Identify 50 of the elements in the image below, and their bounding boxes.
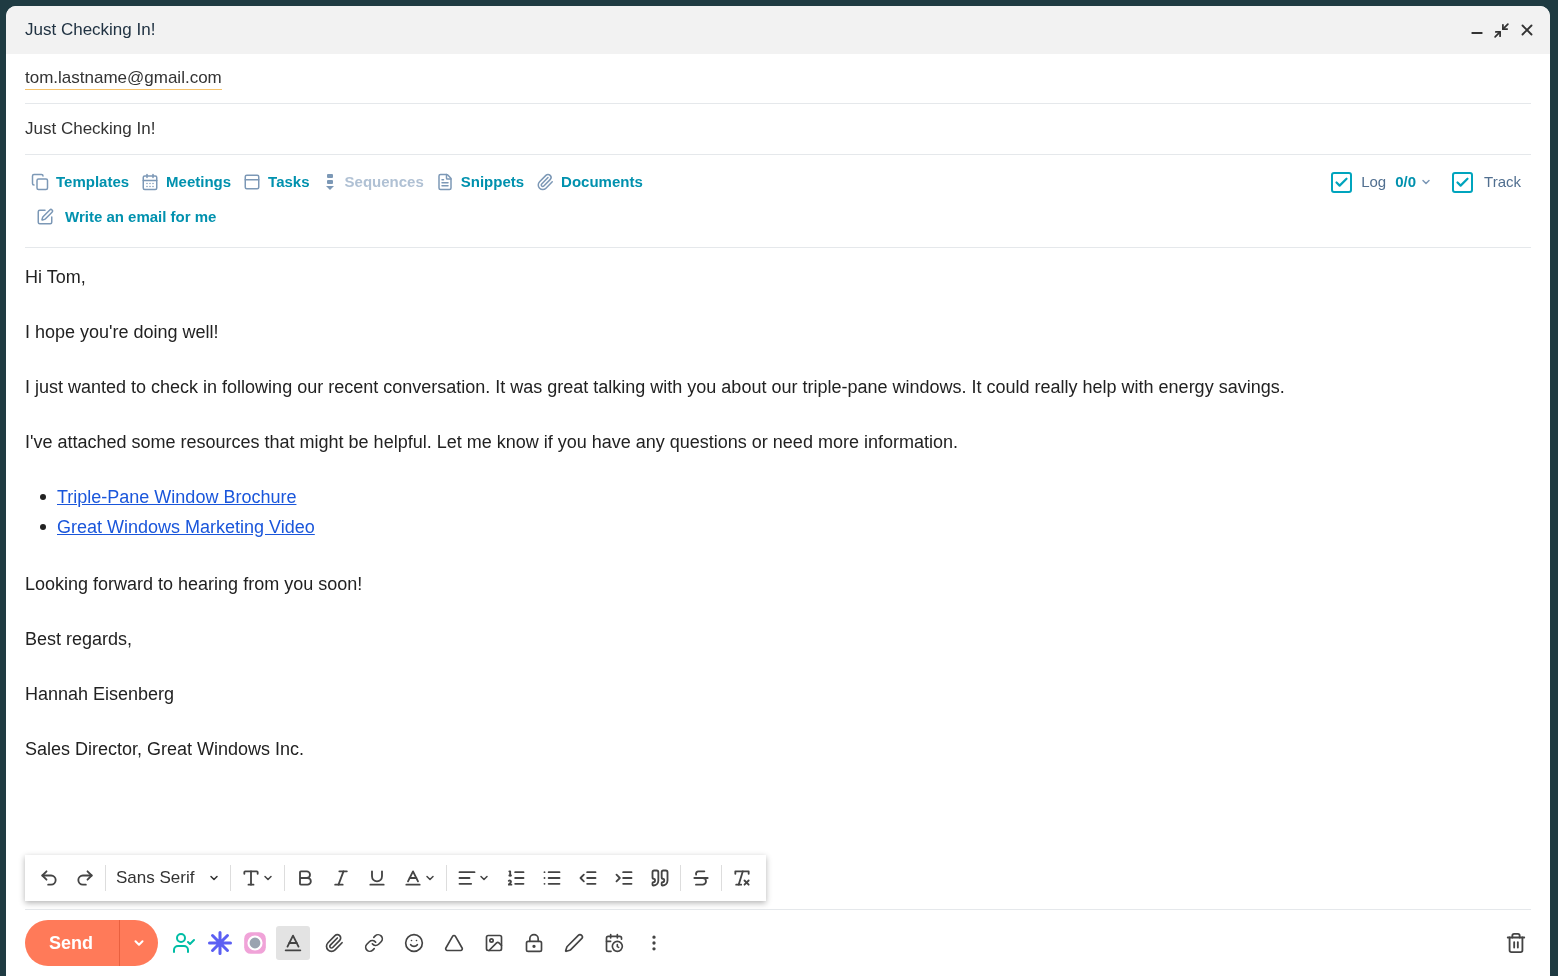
- document-icon: [435, 173, 454, 192]
- window-title: Just Checking In!: [25, 19, 157, 42]
- text-format-button[interactable]: [276, 926, 310, 960]
- paperclip-icon: [536, 173, 555, 192]
- bulleted-list-icon: [542, 868, 563, 888]
- body-paragraph: Looking forward to hearing from you soon!: [25, 573, 364, 596]
- redo-icon: [75, 868, 95, 888]
- undo-icon: [39, 868, 59, 888]
- align-icon: [457, 868, 478, 888]
- log-label: Log: [1361, 172, 1387, 192]
- body-paragraph: I've attached some resources that might be helpful. Let me know if you have any questions or need more information.: [25, 431, 959, 454]
- text-color-icon: [403, 868, 424, 888]
- body-paragraph: Best regards,: [25, 628, 134, 651]
- ai-write-link[interactable]: Write an email for me: [25, 205, 217, 228]
- track-label: Track: [1484, 172, 1521, 192]
- checkbox[interactable]: [1452, 171, 1474, 193]
- underline-icon: [367, 868, 388, 888]
- toolbar-link[interactable]: Documents: [536, 171, 643, 194]
- indent-more-icon: [614, 868, 635, 888]
- log-count-dropdown[interactable]: 0/0: [1395, 171, 1433, 194]
- body-paragraph: I hope you're doing well!: [25, 321, 220, 344]
- body-paragraph: Sales Director, Great Windows Inc.: [25, 738, 306, 761]
- collapse-icon[interactable]: [1493, 21, 1510, 39]
- checkbox[interactable]: [1331, 171, 1353, 193]
- numbered-list-icon: [506, 868, 527, 888]
- font-dropdown[interactable]: Sans Serif: [108, 861, 229, 895]
- text-color-icon: [282, 932, 304, 954]
- toolbar-link[interactable]: Tasks: [243, 171, 310, 194]
- toolbar-link[interactable]: Snippets: [435, 171, 525, 194]
- indent-less-icon: [578, 868, 599, 888]
- edit-icon: [36, 207, 54, 226]
- clear-formatting-icon: [732, 868, 753, 888]
- font-size-icon: [241, 868, 262, 888]
- calendar-icon: [141, 173, 160, 192]
- body-paragraph: Hannah Eisenberg: [25, 683, 176, 706]
- copy-icon: [31, 173, 49, 192]
- asterisk-icon[interactable]: [206, 929, 234, 957]
- bullet-icon: [40, 494, 46, 500]
- subject-field[interactable]: Just Checking In!: [25, 116, 156, 142]
- quote-icon: [650, 868, 671, 888]
- window-icon: [243, 173, 262, 192]
- toolbar-link[interactable]: Meetings: [141, 171, 232, 194]
- recipient-field[interactable]: tom.lastname@gmail.com: [25, 67, 222, 90]
- delete-icon[interactable]: [1505, 932, 1527, 954]
- body-paragraph: I just wanted to check in following our recent conversation. It was great talking with you about our triple-pane windows. It could really help with energy savings.: [25, 376, 1286, 399]
- toolbar-link[interactable]: Templates: [31, 171, 130, 194]
- resource-link[interactable]: Triple-Pane Window Brochure: [57, 483, 297, 511]
- resource-link[interactable]: Great Windows Marketing Video: [57, 513, 315, 541]
- body-paragraph: Hi Tom,: [25, 266, 87, 289]
- bullet-icon: [40, 524, 46, 530]
